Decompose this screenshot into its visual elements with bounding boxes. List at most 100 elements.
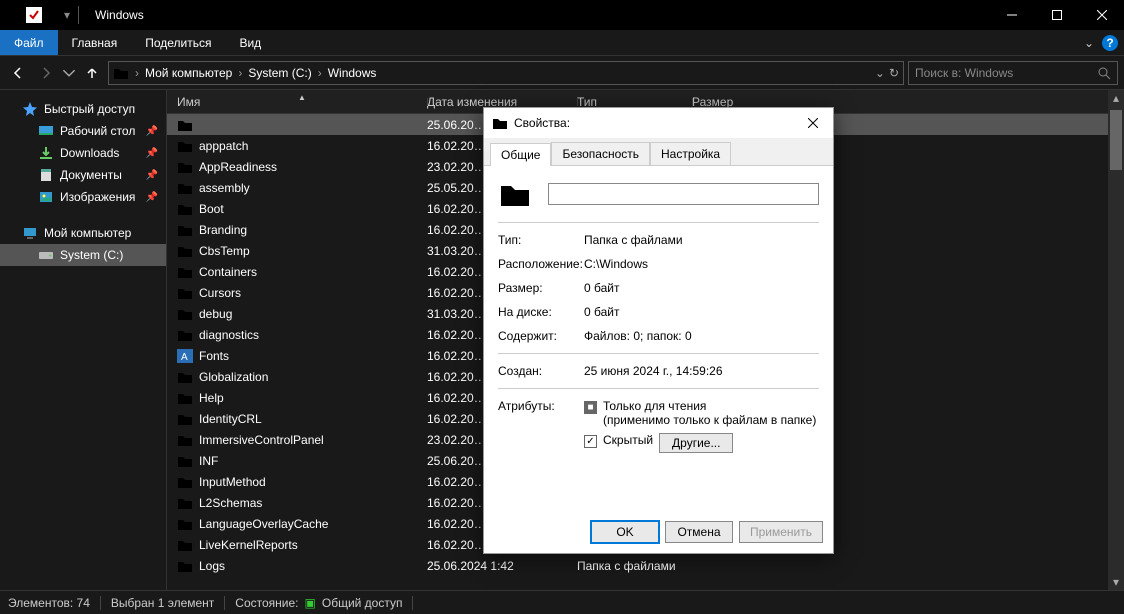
address-dropdown-icon[interactable]: ⌄	[875, 66, 885, 80]
file-name: Boot	[199, 202, 224, 216]
pictures-icon	[38, 189, 54, 205]
ribbon: Файл Главная Поделиться Вид ⌄ ?	[0, 30, 1124, 56]
file-name: CbsTemp	[199, 244, 250, 258]
file-name: apppatch	[199, 139, 248, 153]
folder-name-input[interactable]	[548, 183, 819, 205]
qat-dropdown-icon[interactable]: ▾	[64, 8, 70, 22]
close-button[interactable]	[1079, 0, 1124, 30]
nav-history-dropdown[interactable]	[62, 61, 76, 85]
dialog-title: Свойства:	[514, 116, 570, 130]
breadcrumb-item[interactable]: Мой компьютер	[141, 66, 236, 80]
table-row[interactable]: Logs25.06.2024 1:42Папка с файлами	[167, 555, 1124, 576]
nav-forward-button[interactable]	[34, 61, 58, 85]
readonly-label: Только для чтения	[603, 399, 816, 413]
pin-icon: 📌	[146, 170, 158, 181]
file-name: Branding	[199, 223, 247, 237]
folder-icon	[44, 7, 60, 23]
readonly-sublabel: (применимо только к файлам в папке)	[603, 413, 816, 427]
refresh-icon[interactable]: ↻	[889, 66, 899, 80]
search-icon[interactable]	[1097, 66, 1111, 80]
file-type: Папка с файлами	[577, 559, 692, 573]
address-bar[interactable]: › Мой компьютер › System (C:) › Windows …	[108, 61, 904, 85]
apply-button[interactable]: Применить	[739, 521, 823, 543]
prop-size-value: 0 байт	[584, 281, 819, 295]
prop-created-value: 25 июня 2024 г., 14:59:26	[584, 364, 819, 378]
other-attributes-button[interactable]: Другие...	[659, 433, 733, 453]
search-placeholder: Поиск в: Windows	[915, 66, 1097, 80]
tab-security[interactable]: Безопасность	[551, 142, 650, 165]
folder-icon	[492, 116, 508, 130]
cancel-button[interactable]: Отмена	[665, 521, 733, 543]
properties-dialog: Свойства: Общие Безопасность Настройка Т…	[483, 107, 834, 554]
sort-asc-icon: ▲	[298, 93, 306, 102]
maximize-button[interactable]	[1034, 0, 1079, 30]
nav-back-button[interactable]	[6, 61, 30, 85]
help-icon[interactable]: ?	[1102, 35, 1118, 51]
nav-up-button[interactable]	[80, 61, 104, 85]
status-item-count: Элементов: 74	[8, 596, 90, 610]
prop-size-label: Размер:	[498, 281, 584, 295]
folder-icon	[177, 118, 193, 132]
folder-icon	[177, 454, 193, 468]
scrollbar-thumb[interactable]	[1110, 110, 1122, 170]
prop-attributes-label: Атрибуты:	[498, 399, 584, 459]
minimize-button[interactable]	[989, 0, 1034, 30]
ribbon-collapse-icon[interactable]: ⌄	[1084, 36, 1094, 50]
folder-icon	[113, 66, 129, 80]
scroll-down-icon[interactable]: ▾	[1108, 574, 1124, 590]
folder-icon	[177, 496, 193, 510]
titlebar: ▾ Windows	[0, 0, 1124, 30]
folder-icon	[177, 202, 193, 216]
scroll-up-icon[interactable]: ▴	[1108, 90, 1124, 106]
status-state-label: Состояние:	[235, 596, 298, 610]
chevron-right-icon[interactable]: ›	[236, 66, 244, 80]
statusbar: Элементов: 74 Выбран 1 элемент Состояние…	[0, 590, 1124, 614]
sidebar-item-desktop[interactable]: Рабочий стол📌	[0, 120, 166, 142]
chevron-right-icon[interactable]: ›	[316, 66, 324, 80]
ok-button[interactable]: OK	[591, 521, 659, 543]
sidebar-item-pictures[interactable]: Изображения📌	[0, 186, 166, 208]
search-input[interactable]: Поиск в: Windows	[908, 61, 1118, 85]
window-title: Windows	[95, 8, 144, 22]
sidebar-my-computer[interactable]: Мой компьютер	[0, 222, 166, 244]
prop-type-label: Тип:	[498, 233, 584, 247]
folder-icon	[177, 307, 193, 321]
dialog-titlebar[interactable]: Свойства:	[484, 108, 833, 138]
sidebar-item-downloads[interactable]: Downloads📌	[0, 142, 166, 164]
hidden-checkbox[interactable]: ✓	[584, 435, 597, 448]
computer-icon	[22, 225, 38, 241]
breadcrumb-item[interactable]: Windows	[324, 66, 381, 80]
breadcrumb-item[interactable]: System (C:)	[244, 66, 315, 80]
folder-icon	[177, 370, 193, 384]
sidebar-item-documents[interactable]: Документы📌	[0, 164, 166, 186]
drive-icon	[38, 247, 54, 263]
tab-customize[interactable]: Настройка	[650, 142, 731, 165]
folder-icon	[177, 139, 193, 153]
folder-icon	[177, 160, 193, 174]
ribbon-tab-share[interactable]: Поделиться	[131, 30, 225, 55]
file-name: AppReadiness	[199, 160, 277, 174]
dialog-close-button[interactable]	[793, 108, 833, 138]
ribbon-tab-file[interactable]: Файл	[0, 30, 58, 55]
dialog-tabs: Общие Безопасность Настройка	[484, 138, 833, 166]
prop-created-label: Создан:	[498, 364, 584, 378]
readonly-checkbox[interactable]: ■	[584, 401, 597, 414]
ribbon-tab-view[interactable]: Вид	[225, 30, 275, 55]
scrollbar[interactable]: ▴ ▾	[1108, 90, 1124, 590]
tab-general[interactable]: Общие	[490, 143, 551, 166]
file-name: IdentityCRL	[199, 412, 262, 426]
sidebar-quick-access[interactable]: Быстрый доступ	[0, 98, 166, 120]
column-header-name[interactable]: Имя▲	[177, 95, 427, 109]
app-icon	[26, 7, 42, 23]
ribbon-tab-home[interactable]: Главная	[58, 30, 132, 55]
folder-icon	[498, 180, 532, 208]
share-icon: ▣	[305, 596, 316, 610]
file-name: Logs	[199, 559, 225, 573]
star-icon	[22, 101, 38, 117]
chevron-right-icon[interactable]: ›	[133, 66, 141, 80]
folder-icon	[177, 265, 193, 279]
file-name: Globalization	[199, 370, 268, 384]
folder-icon	[177, 286, 193, 300]
sidebar-item-system-c[interactable]: System (C:)	[0, 244, 166, 266]
file-name: ImmersiveControlPanel	[199, 433, 324, 447]
